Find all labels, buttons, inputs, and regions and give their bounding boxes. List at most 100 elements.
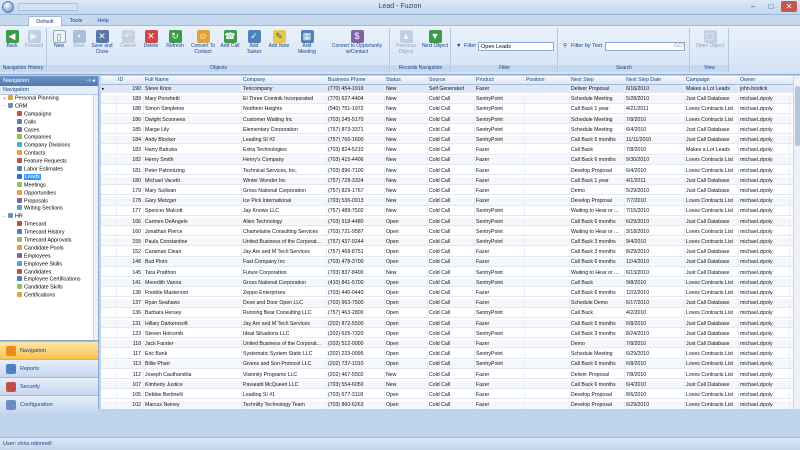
tree-item[interactable]: Writing Sections — [0, 205, 98, 213]
next-object-button[interactable]: ▼ Next Object — [421, 30, 449, 50]
column-header[interactable]: Position — [525, 76, 570, 84]
table-row[interactable]: 117 Eric Bank Systematic System Static LLC… — [101, 350, 800, 359]
table-row[interactable]: 138 Freddie Masterson Zeppo Enterprises (70… — [101, 289, 800, 298]
tree-item[interactable]: Leads — [0, 173, 98, 182]
table-row[interactable]: 131 Hillary Darkenrsoft Jay Are and M Tech… — [101, 319, 800, 328]
row-indicator[interactable] — [101, 391, 117, 399]
row-indicator[interactable] — [101, 136, 117, 144]
tree-item[interactable]: Cases — [0, 126, 98, 135]
row-indicator[interactable] — [101, 258, 117, 266]
row-indicator[interactable] — [101, 299, 117, 307]
table-row[interactable]: 180 Michael Vacetti Winter Wonder Inc (757)… — [101, 176, 800, 186]
tree-item[interactable]: Labor Estimates — [0, 166, 98, 174]
table-row[interactable]: 137 Ryan Seahaws Dove and Door Open LLC (70… — [101, 299, 800, 308]
tree-item[interactable]: Candidate Skills — [0, 284, 98, 292]
row-indicator[interactable] — [101, 329, 117, 338]
row-indicator[interactable] — [101, 187, 117, 195]
row-indicator[interactable] — [101, 146, 117, 154]
row-indicator[interactable] — [101, 370, 117, 378]
tab-default[interactable]: Default — [28, 16, 62, 26]
table-row[interactable]: 185 Marge Lily Elementary Corporation (757)… — [101, 125, 800, 135]
table-row[interactable]: 155 Paula Constantine United Business of t… — [101, 238, 800, 247]
nav-button-configuration[interactable]: Configuration — [0, 395, 98, 413]
row-indicator[interactable] — [101, 238, 117, 246]
tree-item[interactable]: Candidates — [0, 268, 98, 277]
row-indicator[interactable] — [101, 350, 117, 358]
column-header[interactable]: Source — [428, 76, 475, 84]
table-row[interactable]: 145 Tara Pratthon Future Corporation (703) … — [101, 268, 800, 277]
tree-item[interactable]: Timecard History — [0, 229, 98, 237]
tree-item[interactable]: Timecard Approvals — [0, 237, 98, 245]
tree-item[interactable]: Employee Skills — [0, 260, 98, 269]
row-indicator[interactable] — [101, 197, 117, 205]
cancel-button[interactable]: ↶ Cancel — [118, 30, 138, 50]
row-indicator[interactable] — [101, 125, 117, 134]
convert-to-contact-button[interactable]: ☺ Convert To Contact — [189, 30, 217, 55]
tree-item[interactable]: Contacts — [0, 150, 98, 158]
back-button[interactable]: ◀ Back — [3, 30, 21, 50]
table-row[interactable]: 189 Mary Ponshetti El Three Cominik Incorp… — [101, 95, 800, 104]
tree-item[interactable]: Opportunities — [0, 189, 98, 198]
save-and-close-button[interactable]: ✕ Save and Close — [90, 30, 114, 55]
table-row[interactable]: 166 Carmen DeAngelo Alien Technology (703) … — [101, 217, 800, 226]
row-indicator[interactable] — [101, 278, 117, 287]
add-meeting-button[interactable]: ▦ Add Meeting — [293, 30, 321, 55]
add-tasker-button[interactable]: ✓ Add Tasker — [242, 30, 266, 55]
tree-item[interactable]: Calls — [0, 118, 98, 127]
table-row[interactable]: 123 Steven Holcomb Ideal Situations LLC (20… — [101, 329, 800, 339]
previous-object-button[interactable]: ▲ Previous Object — [393, 30, 419, 55]
search-input[interactable] — [605, 42, 685, 51]
row-indicator[interactable] — [101, 360, 117, 368]
table-row[interactable]: 141 Meredith Vanna Gross National Corporat… — [101, 278, 800, 288]
maximize-button[interactable]: □ — [763, 1, 779, 12]
table-row[interactable]: 183 Harry Batruka Extra Technologies (703) … — [101, 146, 800, 155]
filter-combo[interactable]: Open Leads — [478, 42, 554, 51]
column-header[interactable]: Status — [385, 76, 428, 84]
row-indicator[interactable] — [101, 166, 117, 174]
row-indicator[interactable] — [101, 115, 117, 123]
table-row[interactable]: 186 Dwight Scoonees Customer Waiting Inc (7… — [101, 115, 800, 124]
row-indicator[interactable] — [101, 217, 117, 225]
forward-button[interactable]: ▶ Forward — [24, 30, 44, 50]
column-header[interactable]: ID — [117, 76, 144, 84]
column-header[interactable]: Owner — [739, 76, 790, 84]
delete-button[interactable]: ✕ Delete — [142, 30, 160, 50]
pin-icon[interactable]: ⊣ ◂ — [86, 76, 95, 86]
tree-item[interactable]: Certifications — [0, 292, 98, 300]
row-indicator[interactable] — [101, 76, 117, 84]
column-header[interactable]: Business Phone — [327, 76, 385, 84]
row-indicator[interactable] — [101, 248, 117, 256]
table-row[interactable]: 152 Caraman Clean Jay Are and M Tech Servi… — [101, 248, 800, 257]
scroll-thumb[interactable] — [795, 86, 800, 146]
tree-item[interactable]: Employees — [0, 252, 98, 261]
tree-item[interactable]: Campaigns — [0, 110, 98, 119]
row-indicator[interactable] — [101, 95, 117, 103]
add-note-button[interactable]: ✎ Add Note — [268, 30, 290, 50]
column-header[interactable]: Company — [242, 76, 327, 84]
tab-tools[interactable]: Tools — [64, 16, 88, 26]
row-indicator[interactable] — [101, 401, 117, 409]
save-button[interactable]: ▪ Save — [71, 30, 87, 50]
table-row[interactable]: 136 Barbara Hersey Running Bear Consulting… — [101, 309, 800, 318]
nav-button-navigation[interactable]: Navigation — [0, 341, 98, 359]
row-indicator[interactable] — [101, 319, 117, 327]
column-header[interactable]: Full Name — [144, 76, 242, 84]
column-header[interactable]: Next Step — [570, 76, 625, 84]
table-row[interactable]: 113 Billie Pharr Givens and Son Protocol L… — [101, 360, 800, 369]
add-call-button[interactable]: ☎ Add Call — [220, 30, 240, 50]
column-header[interactable]: Campaign — [685, 76, 739, 84]
tab-help[interactable]: Help — [92, 16, 114, 26]
tree-item[interactable]: Proposals — [0, 197, 98, 206]
column-header[interactable]: Next Step Date — [625, 76, 685, 84]
tree-item[interactable]: Timecard — [0, 221, 98, 229]
row-indicator[interactable] — [101, 156, 117, 164]
table-row[interactable]: 112 Joseph Cauthandria Visionity Programs … — [101, 370, 800, 379]
table-row[interactable]: ▸ 190 Steve Knox Tericompany (770) 454-1919 N… — [101, 85, 800, 94]
tree-scrollbar[interactable] — [93, 95, 98, 340]
open-object-button[interactable]: ▢ Open Object — [693, 30, 727, 50]
table-row[interactable]: 184 Andy Blocker Leading SI #2 (757) 766-16… — [101, 136, 800, 145]
table-row[interactable]: 102 Marcus Neiney Technlity Technology Tea… — [101, 401, 800, 409]
table-row[interactable]: 188 Simon Simpleton Northern Heights (540) … — [101, 105, 800, 114]
table-row[interactable]: 118 Jack Farster United Business of the Co… — [101, 340, 800, 349]
row-indicator[interactable] — [101, 340, 117, 348]
